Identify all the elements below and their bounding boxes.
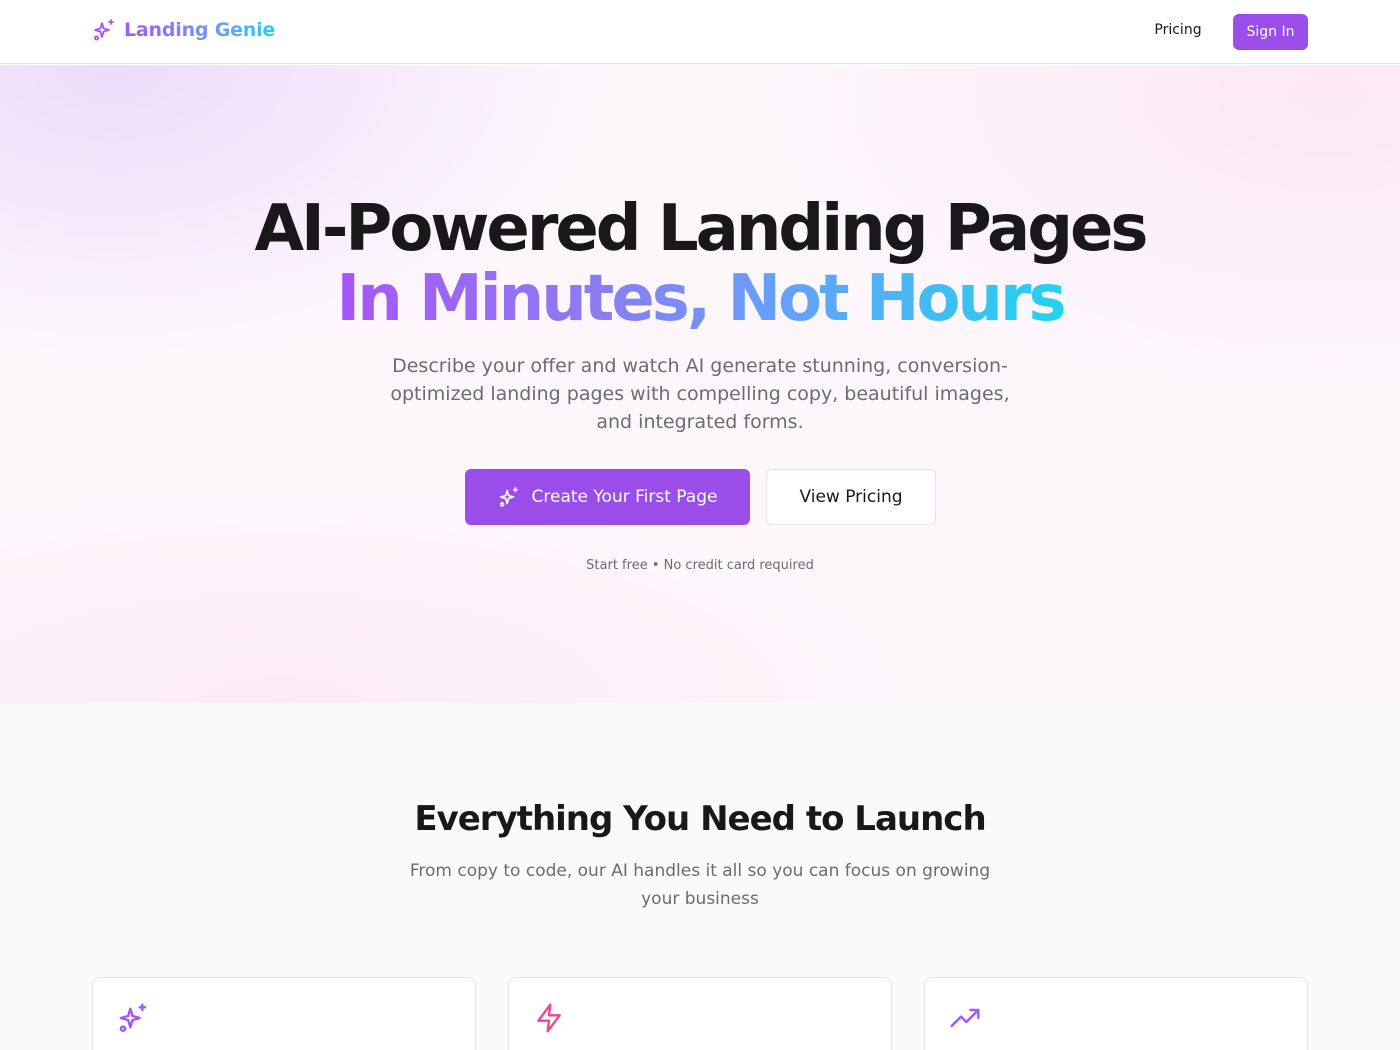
sparkles-icon xyxy=(499,487,518,507)
brand-logo-link[interactable]: Landing Genie xyxy=(92,18,275,42)
view-pricing-button[interactable]: View Pricing xyxy=(766,469,936,525)
nav-pricing-link[interactable]: Pricing xyxy=(1144,22,1212,38)
features-section: Everything You Need to Launch From copy … xyxy=(0,703,1400,1050)
trending-up-icon xyxy=(950,1008,980,1028)
hero-note: Start free • No credit card required xyxy=(586,558,814,573)
create-first-page-label: Create Your First Page xyxy=(531,487,718,507)
create-first-page-button[interactable]: Create Your First Page xyxy=(465,469,750,525)
feature-card xyxy=(924,977,1308,1050)
hero-title-highlight-text: In Minutes, Not Hours xyxy=(336,262,1066,336)
features-subtitle: From copy to code, our AI handles it all… xyxy=(409,861,991,909)
features-title: Everything You Need to Launch xyxy=(414,799,986,839)
sparkles-icon xyxy=(119,1003,147,1032)
hero-title: AI-Powered Landing Pages xyxy=(254,192,1149,266)
hero-title-highlight: In Minutes, Not Hours xyxy=(0,261,1400,337)
sparkles-icon xyxy=(94,19,114,41)
feature-card xyxy=(508,977,892,1050)
feature-card xyxy=(92,977,476,1050)
lightning-icon xyxy=(537,1003,561,1033)
sign-in-button[interactable]: Sign In xyxy=(1233,14,1308,50)
top-nav: Landing Genie Pricing Sign In xyxy=(0,0,1400,64)
hero-subtitle: Describe your offer and watch AI generat… xyxy=(390,355,1010,433)
hero-section: AI-Powered Landing Pages In Minutes, Not… xyxy=(0,65,1400,703)
brand-name: Landing Genie xyxy=(124,19,276,41)
